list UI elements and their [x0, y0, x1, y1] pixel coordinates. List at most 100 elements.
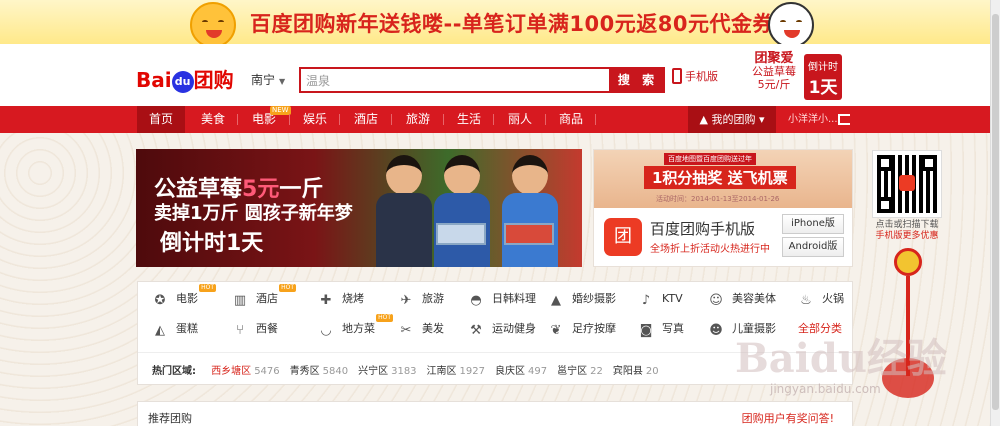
new-badge: NEW — [270, 106, 291, 115]
my-tuangou-menu[interactable]: ▲ 我的团购 ▾ — [688, 106, 776, 133]
nav-item-hotel[interactable]: 酒店 — [340, 106, 392, 133]
camera-icon: ◙ — [639, 323, 653, 338]
search-button[interactable]: 搜 索 — [611, 67, 665, 93]
nav-item-food[interactable]: 美食 — [188, 106, 238, 133]
dish-icon: ◡ — [320, 323, 332, 338]
hot-badge: HOT — [199, 284, 216, 292]
nav-item-movie[interactable]: 电影 NEW — [238, 106, 291, 133]
scrollbar-thumb[interactable] — [992, 14, 999, 410]
scrollbar[interactable] — [990, 0, 1000, 426]
category-label: 运动健身 — [492, 322, 536, 335]
dumbbell-icon: ⚒ — [470, 323, 482, 338]
category-label: 电影 — [176, 292, 198, 305]
main-nav: 首页 美食 电影 NEW 娱乐 酒店 旅游 生活 丽人 商品 ▲ 我的团购 ▾ 小… — [0, 106, 990, 133]
qr-code[interactable] — [872, 150, 942, 218]
android-download-button[interactable]: Android版 — [782, 237, 844, 257]
city-selector[interactable]: 南宁 ▼ — [251, 71, 285, 88]
caret-down-icon: ▼ — [279, 77, 286, 86]
app-subtitle: 全场折上折活动火热进行中 — [650, 244, 770, 255]
countdown-badge[interactable]: 倒计时 1天 — [804, 54, 842, 100]
category-row1-1[interactable]: ▥ 酒店 HOT — [232, 284, 296, 314]
nav-item-life[interactable]: 生活 — [444, 106, 494, 133]
nav-item-travel[interactable]: 旅游 — [392, 106, 444, 133]
hot-area-item[interactable]: 良庆区 497 — [495, 366, 547, 377]
nav-item-beauty[interactable]: 丽人 — [494, 106, 546, 133]
category-row1-8[interactable]: ♨ 火锅 — [798, 284, 844, 314]
section-title: 推荐团购 — [148, 412, 192, 425]
face-icon: ☺ — [709, 293, 723, 308]
category-label: 日韩料理 — [492, 292, 536, 305]
nav-item-goods[interactable]: 商品 — [546, 106, 596, 133]
child-photo — [372, 151, 434, 267]
category-row1-2[interactable]: ✚ 烧烤 — [318, 284, 364, 314]
hot-area-item[interactable]: 青秀区 5840 — [290, 366, 348, 377]
category-row1-7[interactable]: ☺ 美容美体 — [708, 284, 776, 314]
app-logo-icon[interactable]: 团 — [604, 218, 642, 256]
category-row2-5[interactable]: ❦ 足疗按摩 — [548, 314, 616, 344]
category-label: 火锅 — [822, 292, 844, 305]
feet-icon: ❦ — [550, 323, 562, 338]
category-label: 美发 — [422, 322, 444, 335]
category-row1-5[interactable]: ▲ 婚纱摄影 — [548, 284, 616, 314]
watermark-url: jingyan.baidu.com — [770, 382, 881, 396]
dress-icon: ▲ — [551, 293, 561, 308]
child-icon: ☻ — [709, 323, 723, 338]
building-icon: ▥ — [233, 293, 247, 308]
film-icon: ✪ — [154, 293, 166, 308]
category-label: 写真 — [662, 322, 684, 335]
category-row2-6[interactable]: ◙ 写真 — [638, 314, 684, 344]
category-row1-6[interactable]: ♪ KTV — [638, 284, 683, 314]
mic-icon: ♪ — [641, 293, 651, 308]
nav-item-entertainment[interactable]: 娱乐 — [290, 106, 340, 133]
paw-icon: du — [171, 71, 194, 93]
mascot-right-icon — [768, 2, 814, 44]
nav-item-home[interactable]: 首页 — [137, 106, 185, 133]
top-promo-banner[interactable]: 百度团购新年送钱喽--单笔订单满100元返80元代金券 — [0, 0, 990, 44]
category-label: 旅游 — [422, 292, 444, 305]
logout-icon[interactable] — [838, 114, 850, 125]
baidu-tuangou-logo[interactable]: Bai du 团购 — [136, 64, 234, 93]
mobile-app-banner: 百度地图暨百度团购送过年 1积分抽奖 送飞机票 活动时间：2014-01-13至… — [593, 149, 853, 267]
category-row2-2[interactable]: ◡ 地方菜 HOT — [318, 314, 393, 344]
hot-area-item[interactable]: 邕宁区 22 — [557, 366, 603, 377]
category-row2-3[interactable]: ✂ 美发 — [398, 314, 444, 344]
scissors-comb-icon: ✂ — [400, 323, 412, 338]
category-label: 蛋糕 — [176, 322, 198, 335]
child-photo — [498, 151, 560, 267]
bowl-icon: ◓ — [470, 293, 482, 308]
fork-knife-icon: ⑂ — [236, 323, 244, 338]
category-row1-0[interactable]: ✪ 电影 HOT — [152, 284, 216, 314]
category-label: KTV — [662, 292, 683, 305]
search-box — [299, 67, 611, 93]
hot-area-item[interactable]: 西乡塘区 5476 — [211, 366, 279, 377]
lottery-banner[interactable]: 百度地图暨百度团购送过年 1积分抽奖 送飞机票 活动时间：2014-01-13至… — [594, 150, 852, 208]
hot-area-item[interactable]: 宾阳县 20 — [613, 366, 659, 377]
phone-icon — [672, 68, 682, 84]
hot-area-item[interactable]: 江南区 1927 — [427, 366, 485, 377]
charity-promo[interactable]: 团聚爱 公益草莓 5元/斤 — [746, 52, 802, 91]
mobile-version-link[interactable]: 手机版 — [672, 68, 718, 84]
category-label: 酒店 — [256, 292, 278, 305]
category-row1-3[interactable]: ✈ 旅游 — [398, 284, 444, 314]
category-row2-4[interactable]: ⚒ 运动健身 — [468, 314, 536, 344]
cake-icon: ◭ — [155, 323, 165, 338]
site-header: Baidu团购 南宁▼ 搜 索 手机版 团聚爱 公益草莓 5元/斤 倒计时 1天 — [0, 44, 990, 106]
skewer-icon: ✚ — [320, 293, 332, 308]
watermark: Baidu经验 — [735, 335, 947, 382]
caret-down-icon: ▾ — [755, 113, 765, 126]
category-row2-1[interactable]: ⑂ 西餐 — [232, 314, 278, 344]
survey-link[interactable]: 团购用户有奖问答! — [742, 410, 834, 426]
category-row2-0[interactable]: ◭ 蛋糕 — [152, 314, 198, 344]
category-label: 地方菜 — [342, 322, 375, 335]
hot-area-item[interactable]: 兴宁区 3183 — [358, 366, 416, 377]
username[interactable]: 小洋洋小... — [788, 106, 838, 133]
qr-caption: 点击或扫描下载 手机版更多优惠 — [875, 220, 939, 241]
hot-badge: HOT — [376, 314, 393, 322]
strawberry-charity-banner[interactable]: 公益草莓5元一斤 卖掉1万斤 圆孩子新年梦 倒计时1天 — [136, 149, 582, 267]
search-input[interactable] — [301, 69, 609, 91]
category-label: 婚纱摄影 — [572, 292, 616, 305]
city-label: 南宁 — [251, 73, 276, 87]
iphone-download-button[interactable]: iPhone版 — [782, 214, 844, 234]
hot-badge: HOT — [279, 284, 296, 292]
category-row1-4[interactable]: ◓ 日韩料理 — [468, 284, 536, 314]
